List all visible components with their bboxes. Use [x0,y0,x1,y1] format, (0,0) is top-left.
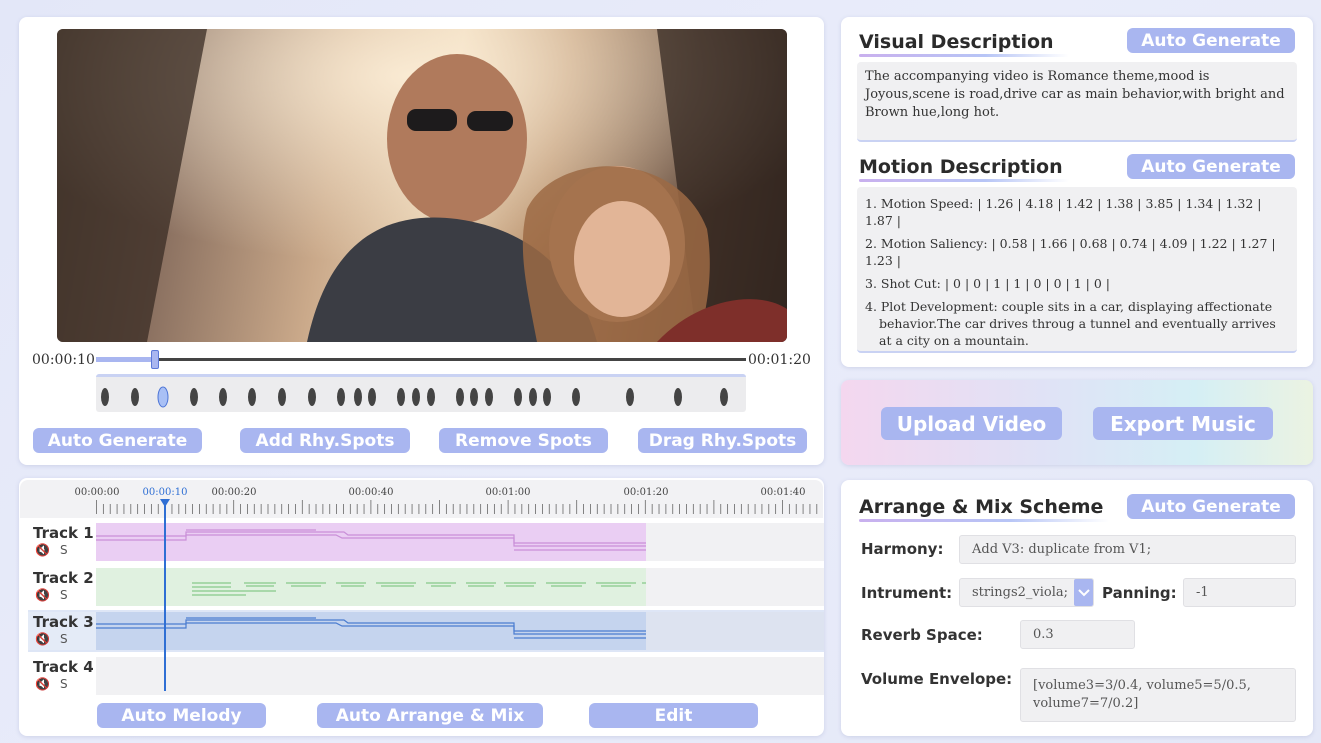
rhythm-spot [456,388,464,406]
volume-envelope-value: [volume3=3/0.4, volume5=5/0.5, volume7=7… [1033,678,1251,711]
rhythm-spot [485,388,493,406]
ruler-label: 00:01:00 [485,487,531,498]
mute-icon[interactable]: 🔇 [35,588,50,602]
rhythm-spot [427,388,435,406]
progress-fill [96,357,155,362]
title-underline [859,179,1069,182]
edit-button[interactable]: Edit [589,703,758,728]
solo-button[interactable]: S [60,677,68,691]
instrument-value: strings2_viola; [972,585,1069,600]
motion-saliency-line: 2. Motion Saliency: | 0.58 | 1.66 | 0.68… [865,236,1276,268]
track-3-controls: 🔇 S [35,632,68,646]
panning-value: -1 [1196,585,1209,600]
add-rhythm-spots-button[interactable]: Add Rhy.Spots [240,428,410,453]
rhythm-spot [219,388,227,406]
rhythm-spots [101,386,728,408]
ruler-label-current: 00:00:10 [142,487,188,498]
visual-auto-generate-button[interactable]: Auto Generate [1127,28,1295,53]
current-time: 00:00:10 [32,352,95,368]
mute-icon[interactable]: 🔇 [35,543,50,557]
track-2-name: Track 2 [33,569,94,587]
ruler-label: 00:00:40 [348,487,394,498]
rhythm-spot [514,388,522,406]
visual-description-text[interactable]: The accompanying video is Romance theme,… [857,62,1297,142]
drag-rhythm-spots-button[interactable]: Drag Rhy.Spots [638,428,807,453]
plot-development-line: 4. Plot Development: couple sits in a ca… [865,299,1276,348]
video-auto-generate-button[interactable]: Auto Generate [33,428,202,453]
motion-speed-line: 1. Motion Speed: | 1.26 | 4.18 | 1.42 | … [865,196,1262,228]
rhythm-spot [470,388,478,406]
ruler-label: 00:01:40 [760,487,806,498]
title-underline [859,54,1069,57]
auto-melody-button[interactable]: Auto Melody [97,703,266,728]
visual-description-content: The accompanying video is Romance theme,… [865,69,1285,120]
rhythm-spot [368,388,376,406]
rhythm-spot [572,388,580,406]
rhythm-spot [308,388,316,406]
track-notes [96,529,646,639]
video-still-image [57,29,787,342]
remove-spots-button[interactable]: Remove Spots [439,428,608,453]
motion-description-text[interactable]: 1. Motion Speed: | 1.26 | 4.18 | 1.42 | … [857,187,1297,353]
solo-button[interactable]: S [60,588,68,602]
rhythm-spot [529,388,537,406]
rhythm-spot-selected [157,386,169,408]
rhythm-spot [337,388,345,406]
rhythm-spot [626,388,634,406]
rhythm-spot [397,388,405,406]
panning-field[interactable]: -1 [1183,578,1296,607]
rhythm-spot [720,388,728,406]
rhythm-spots-strip[interactable] [96,374,746,412]
mute-icon[interactable]: 🔇 [35,677,50,691]
mute-icon[interactable]: 🔇 [35,632,50,646]
progress-track[interactable] [96,358,746,361]
harmony-value: Add V3: duplicate from V1; [972,542,1152,557]
track-1-name: Track 1 [33,524,94,542]
ruler-ticks [96,500,818,514]
rhythm-spot [101,388,109,406]
rhythm-spot [278,388,286,406]
title-underline [859,519,1109,522]
ruler-label: 00:00:00 [74,487,120,498]
instrument-label: Intrument: [861,584,953,602]
rhythm-spot [248,388,256,406]
volume-envelope-field[interactable]: [volume3=3/0.4, volume5=5/0.5, volume7=7… [1020,668,1296,722]
ruler-label: 00:00:20 [211,487,257,498]
track-1-controls: 🔇 S [35,543,68,557]
rhythm-spot [354,388,362,406]
upload-video-button[interactable]: Upload Video [881,407,1062,440]
panning-label: Panning: [1102,584,1177,602]
shot-cut-line: 3. Shot Cut: | 0 | 0 | 1 | 1 | 0 | 0 | 1… [865,276,1110,291]
arrange-title: Arrange & Mix Scheme [859,496,1104,518]
reverb-field[interactable]: 0.3 [1020,620,1135,649]
reverb-value: 0.3 [1033,627,1054,642]
motion-description-title: Motion Description [859,156,1063,178]
solo-button[interactable]: S [60,632,68,646]
rhythm-spot [131,388,139,406]
track-4-controls: 🔇 S [35,677,68,691]
motion-auto-generate-button[interactable]: Auto Generate [1127,154,1295,179]
total-time: 00:01:20 [748,352,811,368]
auto-arrange-mix-button[interactable]: Auto Arrange & Mix [317,703,543,728]
playhead[interactable] [164,505,166,691]
export-music-button[interactable]: Export Music [1093,407,1273,440]
rhythm-spot [190,388,198,406]
solo-button[interactable]: S [60,543,68,557]
volume-envelope-label: Volume Envelope: [861,670,1013,688]
track-3-name: Track 3 [33,613,94,631]
harmony-field[interactable]: Add V3: duplicate from V1; [959,535,1296,564]
track-4-name: Track 4 [33,658,94,676]
visual-description-title: Visual Description [859,31,1054,53]
ruler-label: 00:01:20 [623,487,669,498]
harmony-label: Harmony: [861,540,944,558]
arrange-auto-generate-button[interactable]: Auto Generate [1127,494,1295,519]
rhythm-spot [674,388,682,406]
rhythm-spot [412,388,420,406]
reverb-label: Reverb Space: [861,626,983,644]
chevron-down-icon[interactable] [1074,579,1093,606]
progress-handle[interactable] [150,350,159,369]
track-2-controls: 🔇 S [35,588,68,602]
rhythm-spot [543,388,551,406]
video-frame[interactable] [57,29,787,342]
